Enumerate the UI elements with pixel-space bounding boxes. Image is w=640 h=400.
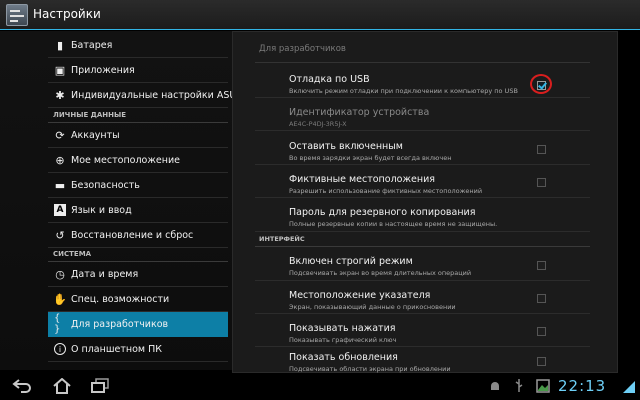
pref-summary: Полные резервные копии в настоящее время… (289, 220, 498, 228)
sidebar-item-developer[interactable]: { } Для разработчиков (48, 312, 228, 337)
hand-icon: ✋ (53, 292, 67, 306)
pref-summary: Разрешить использование фиктивных местоп… (289, 187, 483, 195)
section-header-personal: ЛИЧНЫЕ ДАННЫЕ (48, 109, 228, 123)
settings-categories-list: ▮ Батарея ▣ Приложения ✱ Индивидуальные … (0, 31, 242, 370)
pref-stay-awake[interactable]: Оставить включенным Во время зарядки экр… (255, 132, 590, 165)
sidebar-item-security[interactable]: ▬ Безопасность (48, 173, 228, 198)
pref-title: Фиктивные местоположения (289, 174, 435, 185)
developer-options-panel: Для разработчиков Отладка по USB Включит… (232, 31, 618, 373)
sidebar-item-label: Батарея (71, 40, 113, 51)
sidebar-item-label: Дата и время (71, 269, 139, 280)
pref-pointer-location[interactable]: Местоположение указателя Экран, показыва… (255, 282, 590, 314)
pref-summary: Включить режим отладки при подключении к… (289, 87, 518, 95)
usb-icon[interactable] (512, 379, 526, 393)
recent-apps-icon[interactable] (88, 376, 112, 396)
sidebar-item-label: Безопасность (71, 180, 140, 191)
sidebar-item-label: Язык и ввод (71, 205, 132, 216)
pref-show-updates[interactable]: Показать обновления Подсвечивать области… (255, 348, 590, 374)
sidebar-item-label: Аккаунты (71, 130, 120, 141)
pref-summary: Подсвечивать области экрана при обновлен… (289, 365, 451, 373)
pref-show-touches[interactable]: Показывать нажатия Показывать графически… (255, 315, 590, 347)
pref-title: Пароль для резервного копирования (289, 207, 476, 218)
sidebar-item-label: Мое местоположение (71, 155, 180, 166)
pref-device-id: Идентификатор устройства AE4C-P4DJ-3R5J-… (255, 99, 590, 131)
pref-strict-mode[interactable]: Включен строгий режим Подсвечивать экран… (255, 248, 590, 281)
gallery-icon[interactable] (536, 379, 550, 393)
gear-icon: ✱ (55, 88, 65, 102)
sidebar-item-asus-settings[interactable]: ✱ Индивидуальные настройки ASUS (48, 83, 242, 108)
app-title: Настройки (33, 7, 101, 21)
pref-title: Оставить включенным (289, 141, 403, 152)
sidebar-item-label: Для разработчиков (71, 319, 169, 330)
mock-locations-checkbox[interactable] (537, 178, 546, 187)
action-bar: Настройки (0, 0, 640, 30)
sidebar-item-label: О планшетном ПК (71, 344, 162, 355)
sidebar-item-language[interactable]: A Язык и ввод (48, 198, 228, 223)
highlight-circle (530, 74, 552, 94)
sidebar-item-apps[interactable]: ▣ Приложения (48, 58, 228, 83)
sidebar-item-about[interactable]: i О планшетном ПК (48, 337, 228, 362)
section-header-system: СИСТЕМА (48, 248, 228, 262)
sidebar-item-battery[interactable]: ▮ Батарея (48, 33, 228, 58)
sidebar-item-location[interactable]: ⊕ Мое местоположение (48, 148, 228, 173)
clock-icon: ◷ (55, 267, 65, 281)
apps-icon: ▣ (54, 63, 66, 77)
sidebar-item-label: Приложения (71, 65, 135, 76)
pref-summary: Во время зарядки экран будет всегда вклю… (289, 154, 452, 162)
show-updates-checkbox[interactable] (537, 357, 546, 366)
sidebar-item-accounts[interactable]: ⟳ Аккаунты (48, 123, 228, 148)
show-touches-checkbox[interactable] (537, 327, 546, 336)
pref-title: Показать обновления (289, 352, 398, 363)
restore-icon: ↺ (55, 228, 65, 242)
sidebar-item-label: Восстановление и сброс (71, 230, 194, 241)
stay-awake-checkbox[interactable] (537, 145, 546, 154)
pref-summary: Экран, показывающий данные о прикосновен… (289, 303, 456, 311)
battery-icon: ▮ (56, 38, 64, 52)
language-icon: A (54, 204, 66, 216)
pref-backup-password[interactable]: Пароль для резервного копирования Полные… (255, 199, 590, 232)
pointer-location-checkbox[interactable] (537, 294, 546, 303)
sidebar-item-backup-reset[interactable]: ↺ Восстановление и сброс (48, 223, 228, 248)
system-nav-bar: 22:13 (0, 373, 640, 400)
pref-title: Местоположение указателя (289, 290, 431, 301)
sidebar-item-date-time[interactable]: ◷ Дата и время (48, 262, 228, 287)
divider (255, 62, 590, 63)
home-icon[interactable] (50, 376, 74, 396)
clock[interactable]: 22:13 (558, 377, 606, 395)
sidebar-item-accessibility[interactable]: ✋ Спец. возможности (48, 287, 228, 312)
signal-icon[interactable] (622, 379, 636, 393)
pref-mock-locations[interactable]: Фиктивные местоположения Разрешить испол… (255, 166, 590, 198)
lock-icon: ▬ (54, 178, 66, 192)
pref-summary: AE4C-P4DJ-3R5J-X (289, 120, 347, 128)
panel-title: Для разработчиков (259, 44, 346, 54)
location-icon: ⊕ (55, 153, 65, 167)
strict-mode-checkbox[interactable] (537, 261, 546, 270)
pref-title: Включен строгий режим (289, 256, 413, 267)
braces-icon: { } (54, 313, 61, 335)
section-header-interface: ИНТЕРФЕЙС (255, 233, 590, 247)
android-debug-icon[interactable] (488, 379, 502, 393)
pref-summary: Подсвечивать экран во время длительных о… (289, 269, 472, 277)
settings-sliders-icon[interactable] (6, 4, 28, 26)
sync-icon: ⟳ (55, 128, 65, 142)
pref-summary: Показывать графический ключ (289, 336, 397, 344)
pref-title: Показывать нажатия (289, 323, 396, 334)
info-icon: i (54, 343, 66, 355)
pref-title: Отладка по USB (289, 74, 370, 85)
sidebar-item-label: Спец. возможности (71, 294, 170, 305)
pref-title: Идентификатор устройства (289, 107, 430, 118)
back-icon[interactable] (10, 376, 34, 396)
sidebar-item-label: Индивидуальные настройки ASUS (71, 90, 243, 101)
